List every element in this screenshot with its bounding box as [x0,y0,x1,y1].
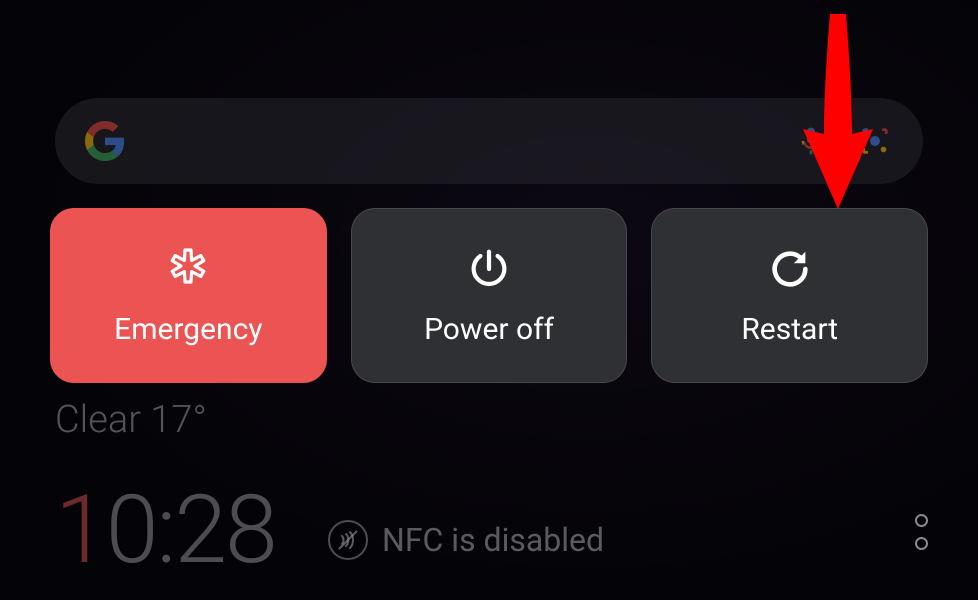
voice-search-icon[interactable] [793,123,829,159]
more-options-button[interactable] [915,514,928,550]
nfc-disabled-icon [328,520,368,560]
medical-star-icon [163,244,213,294]
google-search-bar[interactable] [55,98,923,184]
power-menu: Emergency Power off Restart [50,208,928,383]
power-off-label: Power off [424,312,554,347]
kebab-dot-icon [915,514,928,527]
emergency-label: Emergency [114,312,262,347]
power-off-button[interactable]: Power off [351,208,628,383]
nfc-status-badge[interactable]: NFC is disabled [328,520,604,560]
emergency-button[interactable]: Emergency [50,208,327,383]
clock-text: 10:28 [55,475,276,586]
google-lens-icon[interactable] [857,123,893,159]
weather-text: Clear 17° [55,398,207,442]
restart-icon [765,244,815,294]
restart-label: Restart [741,312,838,347]
google-logo-icon [85,121,125,161]
power-icon [464,244,514,294]
kebab-dot-icon [915,537,928,550]
restart-button[interactable]: Restart [651,208,928,383]
nfc-status-label: NFC is disabled [382,521,604,559]
